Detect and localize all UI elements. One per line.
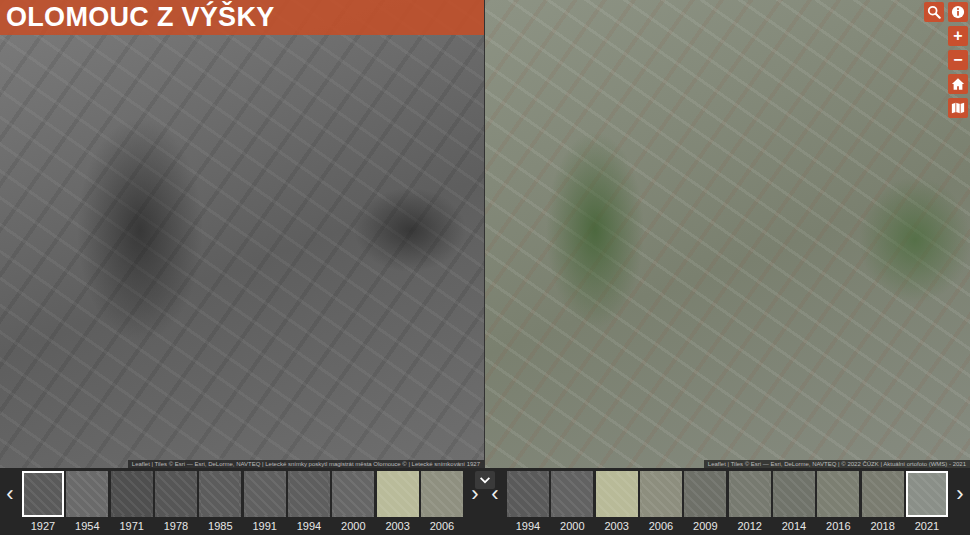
map-compare[interactable]: OLOMOUC Z VÝŠKY Leaflet | Tiles © Esri — … — [0, 0, 970, 468]
layers-button[interactable] — [948, 98, 968, 118]
year-thumbnail[interactable]: 2006 — [640, 471, 682, 533]
thumbnail-image[interactable] — [862, 471, 904, 517]
home-button[interactable] — [948, 74, 968, 94]
year-label: 1991 — [252, 519, 276, 533]
home-icon — [951, 77, 965, 91]
year-thumbnail[interactable]: 2016 — [817, 471, 859, 533]
year-label: 1985 — [208, 519, 232, 533]
year-thumbnail[interactable]: 2006 — [421, 471, 463, 533]
year-label: 2018 — [870, 519, 894, 533]
year-thumbnail[interactable]: 2000 — [332, 471, 374, 533]
timeline: ‹199420002003200620092012201420162018202… — [485, 468, 970, 535]
year-thumbnail[interactable]: 2014 — [773, 471, 815, 533]
thumbnail-image[interactable] — [906, 471, 948, 517]
timeline-strip: ‹ 1927 1954 1971 1978 1985 1991 1994 2000 2003 200… — [0, 468, 970, 535]
map-attribution: Leaflet | Tiles © Esri — Esri, DeLorme, … — [128, 460, 484, 468]
map-icon — [951, 101, 965, 115]
year-thumbnail[interactable]: 2003 — [596, 471, 638, 533]
thumbnail-image[interactable] — [111, 471, 153, 517]
thumbnail-image[interactable] — [773, 471, 815, 517]
year-label: 1971 — [119, 519, 143, 533]
top-controls — [924, 2, 968, 22]
year-thumbnail[interactable]: 1991 — [244, 471, 286, 533]
chevron-down-icon — [478, 473, 492, 487]
year-label: 1978 — [164, 519, 188, 533]
year-label: 2014 — [782, 519, 806, 533]
thumbnail-list: 1927 1954 1971 1978 1985 1991 1994 2000 2003 2006 — [20, 471, 465, 533]
year-label: 2006 — [649, 519, 673, 533]
year-thumbnail[interactable]: 1994 — [507, 471, 549, 533]
year-label: 1994 — [516, 519, 540, 533]
thumbnail-image[interactable] — [66, 471, 108, 517]
year-label: 1994 — [297, 519, 321, 533]
year-thumbnail[interactable]: 1978 — [155, 471, 197, 533]
info-button[interactable] — [948, 2, 968, 22]
search-icon — [927, 5, 941, 19]
thumbnail-image[interactable] — [244, 471, 286, 517]
year-thumbnail[interactable]: 1985 — [199, 471, 241, 533]
historic-map[interactable]: OLOMOUC Z VÝŠKY Leaflet | Tiles © Esri — … — [0, 0, 485, 468]
year-thumbnail[interactable]: 2000 — [551, 471, 593, 533]
thumbnail-image[interactable] — [596, 471, 638, 517]
year-thumbnail[interactable]: 1927 — [22, 471, 64, 533]
year-label: 2006 — [430, 519, 454, 533]
timeline: ‹ 1927 1954 1971 1978 1985 1991 1994 2000 2003 200… — [0, 468, 485, 535]
year-thumbnail[interactable]: 1994 — [288, 471, 330, 533]
zoom-out-button[interactable]: − — [948, 50, 968, 70]
thumbnail-image[interactable] — [199, 471, 241, 517]
year-label: 2016 — [826, 519, 850, 533]
toggle-button[interactable] — [475, 471, 495, 489]
zoom-in-button[interactable]: + — [948, 26, 968, 46]
current-map[interactable]: Leaflet | Tiles © Esri — Esri, DeLorme, … — [485, 0, 970, 468]
thumbnail-image[interactable] — [155, 471, 197, 517]
thumbnail-image[interactable] — [817, 471, 859, 517]
thumbnail-image[interactable] — [640, 471, 682, 517]
thumbnail-list: 1994 2000 2003 2006 2009 2012 2014 2016 2018 2021 — [505, 471, 950, 533]
year-thumbnail[interactable]: 1971 — [111, 471, 153, 533]
year-label: 2000 — [560, 519, 584, 533]
year-label: 1927 — [31, 519, 55, 533]
year-label: 2003 — [604, 519, 628, 533]
info-icon — [951, 5, 965, 19]
year-thumbnail[interactable]: 2003 — [377, 471, 419, 533]
thumbnail-image[interactable] — [551, 471, 593, 517]
thumbnail-image[interactable] — [507, 471, 549, 517]
thumbnail-image[interactable] — [421, 471, 463, 517]
thumbnail-image[interactable] — [288, 471, 330, 517]
next-button[interactable]: › — [950, 471, 970, 517]
year-thumbnail[interactable]: 2012 — [729, 471, 771, 533]
search-button[interactable] — [924, 2, 944, 22]
year-label: 2003 — [385, 519, 409, 533]
year-thumbnail[interactable]: 2009 — [684, 471, 726, 533]
map-controls: +− — [924, 2, 968, 118]
year-label: 2012 — [737, 519, 761, 533]
year-label: 1954 — [75, 519, 99, 533]
app-title: OLOMOUC Z VÝŠKY — [0, 0, 485, 35]
thumbnail-image[interactable] — [684, 471, 726, 517]
prev-button[interactable]: ‹ — [0, 471, 20, 517]
year-label: 2000 — [341, 519, 365, 533]
year-label: 2009 — [693, 519, 717, 533]
year-thumbnail[interactable]: 2018 — [862, 471, 904, 533]
thumbnail-image[interactable] — [729, 471, 771, 517]
year-thumbnail[interactable]: 1954 — [66, 471, 108, 533]
thumbnail-image[interactable] — [332, 471, 374, 517]
thumbnail-image[interactable] — [22, 471, 64, 517]
year-thumbnail[interactable]: 2021 — [906, 471, 948, 533]
map-attribution: Leaflet | Tiles © Esri — Esri, DeLorme, … — [704, 460, 970, 468]
year-label: 2021 — [915, 519, 939, 533]
thumbnail-image[interactable] — [377, 471, 419, 517]
